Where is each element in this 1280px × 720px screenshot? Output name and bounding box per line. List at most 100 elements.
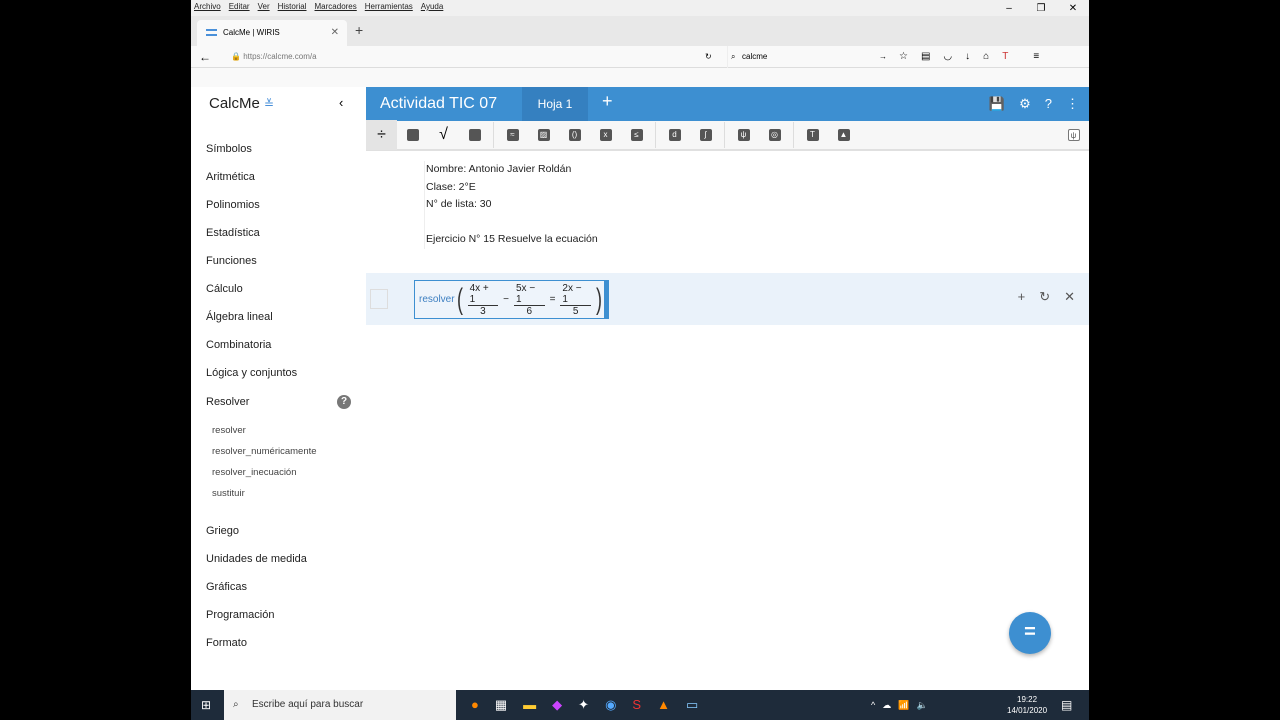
reload-button[interactable]: ↻ bbox=[705, 46, 712, 68]
network-icon[interactable]: 📶 bbox=[898, 690, 909, 720]
sub-item-resolver-inecuacion[interactable]: resolver_inecuación bbox=[212, 467, 297, 478]
numerator: 5x − 1 bbox=[514, 283, 545, 306]
menu-ver[interactable]: Ver bbox=[258, 0, 270, 16]
tray-chevron-icon[interactable]: ^ bbox=[871, 690, 875, 720]
taskbar: ⊞ ⌕ Escribe aquí para buscar ● ▦ ▬ ◆ ✦ ◉ … bbox=[191, 690, 1089, 720]
brackets-button[interactable]: () bbox=[559, 120, 590, 150]
math-toolbar: ÷ √ ≈ ▨ () x ≤ d ∫ ψ ◎ T ▲ ψ bbox=[366, 120, 1089, 151]
sidebar-item-formato[interactable]: Formato bbox=[206, 637, 247, 649]
sidebar-item-combinatoria[interactable]: Combinatoria bbox=[206, 339, 271, 351]
text-block[interactable]: Nombre: Antonio Javier Roldán Clase: 2°E… bbox=[424, 161, 598, 249]
sub-item-sustituir[interactable]: sustituir bbox=[212, 488, 245, 499]
image-button[interactable]: ▲ bbox=[828, 120, 859, 150]
cloud-icon[interactable]: ☁ bbox=[882, 690, 891, 720]
sidebar-item-aritmetica[interactable]: Aritmética bbox=[206, 171, 255, 183]
menu-archivo[interactable]: Archivo bbox=[194, 0, 221, 16]
url-bar[interactable]: 🔒 https://calcme.com/a bbox=[231, 46, 711, 68]
close-tab-icon[interactable]: ✕ bbox=[331, 20, 339, 46]
vector-button[interactable]: x bbox=[590, 120, 621, 150]
subscript-button[interactable] bbox=[459, 120, 490, 150]
sidebar-item-simbolos[interactable]: Símbolos bbox=[206, 143, 252, 155]
greek-button[interactable]: ◎ bbox=[759, 120, 790, 150]
power-button[interactable] bbox=[397, 120, 428, 150]
sidebar-item-algebra-lineal[interactable]: Álgebra lineal bbox=[206, 311, 273, 323]
sidebar-item-calculo[interactable]: Cálculo bbox=[206, 283, 243, 295]
clipboard-icon[interactable]: ▤ bbox=[921, 46, 930, 68]
calcme-favicon-icon bbox=[206, 29, 217, 36]
hamburger-menu-icon[interactable]: ≡ bbox=[1033, 46, 1039, 68]
math-row: resolver ( 4x + 13 − 5x − 16 = 2x − 15 )… bbox=[366, 273, 1089, 325]
more-vert-icon[interactable]: ⋮ bbox=[1066, 96, 1079, 112]
sidebar-item-estadistica[interactable]: Estadística bbox=[206, 227, 260, 239]
volume-icon[interactable]: 🔈 bbox=[916, 690, 927, 720]
extension-icon[interactable]: T bbox=[1002, 46, 1008, 68]
sidebar-item-polinomios[interactable]: Polinomios bbox=[206, 199, 260, 211]
refresh-icon[interactable]: ↻ bbox=[1039, 289, 1050, 305]
windows-start-icon[interactable]: ⊞ bbox=[201, 698, 211, 712]
delete-row-icon[interactable]: ✕ bbox=[1064, 289, 1075, 305]
matrix-button[interactable]: ▨ bbox=[528, 120, 559, 150]
derivative-button[interactable]: d bbox=[659, 120, 690, 150]
denominator: 3 bbox=[480, 305, 486, 317]
sidebar-item-griego[interactable]: Griego bbox=[206, 525, 239, 537]
new-tab-button[interactable]: + bbox=[355, 22, 363, 38]
tab-title: CalcMe | WIRIS bbox=[223, 28, 280, 37]
sidebar-item-funciones[interactable]: Funciones bbox=[206, 255, 257, 267]
browser-tab[interactable]: CalcMe | WIRIS ✕ bbox=[197, 20, 347, 46]
collapse-sidebar-icon[interactable]: ‹ bbox=[339, 95, 343, 110]
sidebar-item-programacion[interactable]: Programación bbox=[206, 609, 274, 621]
lock-icon: 🔒 bbox=[231, 52, 241, 61]
menu-editar[interactable]: Editar bbox=[229, 0, 250, 16]
file-explorer-icon[interactable]: ▬ bbox=[523, 697, 536, 713]
app-icon[interactable]: ▭ bbox=[686, 697, 698, 713]
menu-marcadores[interactable]: Marcadores bbox=[315, 0, 357, 16]
help-icon[interactable]: ? bbox=[337, 395, 351, 409]
app-icon[interactable]: S bbox=[632, 697, 641, 713]
row-handle[interactable] bbox=[370, 289, 388, 309]
sidebar-item-resolver[interactable]: Resolver bbox=[206, 396, 249, 408]
insert-block-button[interactable]: ψ bbox=[1058, 120, 1089, 150]
text-line: Clase: 2°E bbox=[426, 180, 476, 193]
approx-button[interactable]: ≈ bbox=[497, 120, 528, 150]
pocket-icon[interactable]: ◡ bbox=[943, 46, 952, 68]
back-button[interactable]: ← bbox=[199, 46, 211, 68]
menu-historial[interactable]: Historial bbox=[278, 0, 307, 16]
sidebar-item-graficas[interactable]: Gráficas bbox=[206, 581, 247, 593]
clock[interactable]: 19:22 14/01/2020 bbox=[1007, 694, 1047, 716]
download-icon[interactable]: ↓ bbox=[965, 46, 970, 68]
tab-hoja-1[interactable]: Hoja 1 bbox=[522, 87, 588, 121]
menu-bar: Archivo Editar Ver Historial Marcadores … bbox=[191, 0, 1089, 16]
menu-ayuda[interactable]: Ayuda bbox=[421, 0, 444, 16]
logic-button[interactable]: ψ bbox=[728, 120, 759, 150]
integral-button[interactable]: ∫ bbox=[690, 120, 721, 150]
sidebar-item-logica[interactable]: Lógica y conjuntos bbox=[206, 367, 297, 379]
maps-icon[interactable]: ◆ bbox=[552, 697, 562, 713]
firefox-icon[interactable]: ● bbox=[471, 697, 479, 713]
sidebar-item-unidades[interactable]: Unidades de medida bbox=[206, 553, 307, 565]
limit-button[interactable]: ≤ bbox=[621, 120, 652, 150]
sub-item-resolver-numericamente[interactable]: resolver_numéricamente bbox=[212, 446, 317, 457]
help-circle-icon[interactable]: ? bbox=[1045, 96, 1052, 112]
menu-herramientas[interactable]: Herramientas bbox=[365, 0, 413, 16]
text-button[interactable]: T bbox=[797, 120, 828, 150]
calculate-button[interactable]: = bbox=[1009, 612, 1051, 654]
app-icon[interactable]: ✦ bbox=[578, 697, 589, 713]
save-icon[interactable]: 💾 bbox=[989, 96, 1005, 112]
math-input[interactable]: resolver ( 4x + 13 − 5x − 16 = 2x − 15 ) bbox=[414, 280, 609, 319]
search-input[interactable]: calcme bbox=[727, 46, 893, 68]
add-sheet-button[interactable]: + bbox=[602, 91, 613, 112]
bookmark-star-icon[interactable]: ☆ bbox=[899, 46, 908, 68]
calculator-icon[interactable]: ▦ bbox=[495, 697, 507, 713]
gear-icon[interactable]: ⚙ bbox=[1019, 96, 1031, 112]
home-icon[interactable]: ⌂ bbox=[983, 46, 989, 68]
app-icon[interactable]: ◉ bbox=[605, 697, 616, 713]
fraction-button[interactable]: ÷ bbox=[366, 120, 397, 150]
taskbar-search[interactable]: ⌕ Escribe aquí para buscar bbox=[224, 690, 456, 720]
add-row-icon[interactable]: + bbox=[1018, 289, 1026, 305]
document-title[interactable]: Actividad TIC 07 bbox=[380, 95, 497, 113]
vlc-icon[interactable]: ▲ bbox=[657, 697, 670, 713]
search-go-icon[interactable]: → bbox=[879, 46, 887, 68]
notifications-icon[interactable]: ▤ bbox=[1061, 698, 1072, 712]
root-button[interactable]: √ bbox=[428, 120, 459, 150]
sub-item-resolver[interactable]: resolver bbox=[212, 425, 246, 436]
